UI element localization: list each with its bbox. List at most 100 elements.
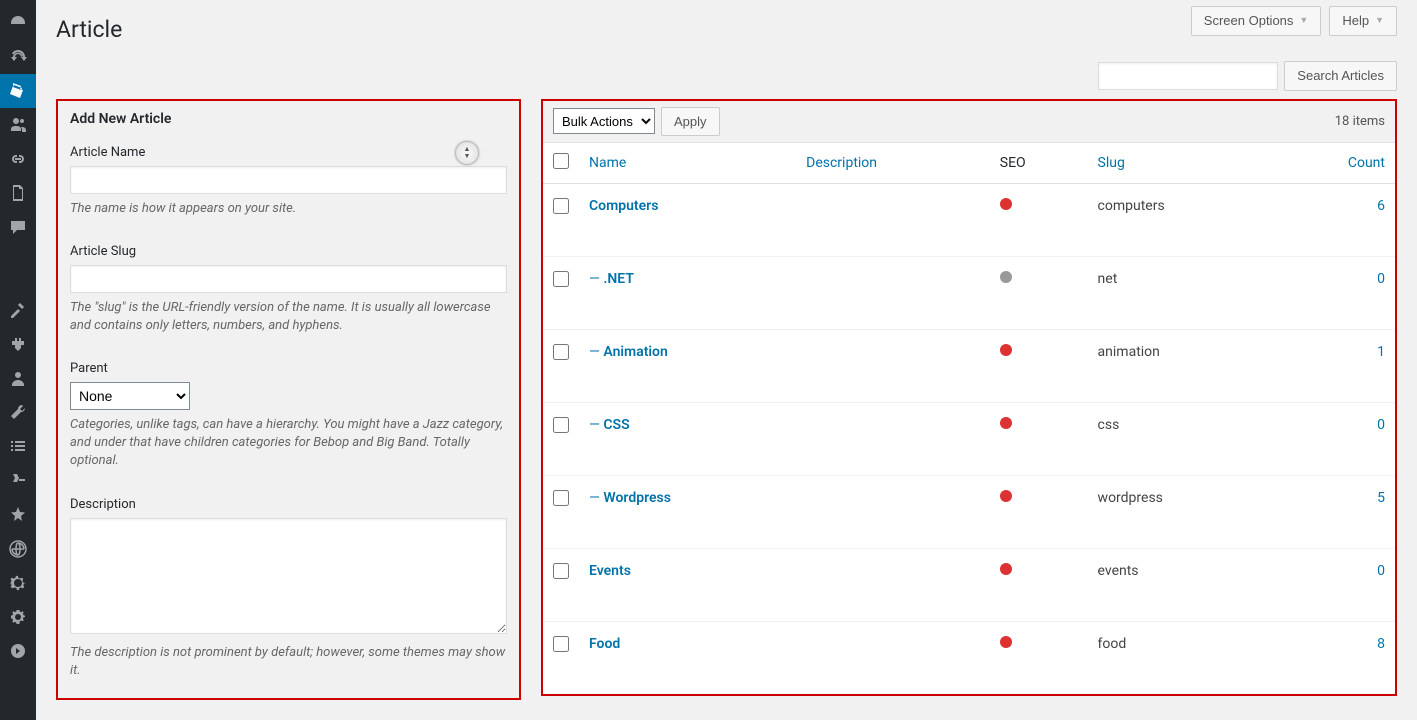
slug-label: Article Slug <box>70 244 507 259</box>
desc-help: The description is not prominent by defa… <box>70 644 507 680</box>
collapse-icon[interactable] <box>0 634 36 668</box>
name-label: Article Name <box>70 145 507 160</box>
row-slug: computers <box>1088 184 1274 257</box>
posts-icon[interactable] <box>0 74 36 108</box>
row-name-link[interactable]: Animation <box>603 344 667 360</box>
admin-sidebar <box>0 0 36 720</box>
seo-dot-icon <box>1000 417 1012 429</box>
add-new-panel: Add New Article ▲▼ Article Name The name… <box>56 99 521 701</box>
row-count-link[interactable]: 0 <box>1377 271 1385 287</box>
comments-icon[interactable] <box>0 210 36 244</box>
bulk-actions-select[interactable]: Bulk Actions <box>553 108 655 134</box>
media-icon[interactable] <box>0 108 36 142</box>
chevron-down-icon: ▼ <box>1299 14 1308 28</box>
row-prefix: — <box>589 344 603 360</box>
row-checkbox[interactable] <box>553 490 569 506</box>
plugins-icon[interactable] <box>0 328 36 362</box>
col-seo: SEO <box>990 143 1088 184</box>
row-slug: animation <box>1088 330 1274 403</box>
row-checkbox[interactable] <box>553 198 569 214</box>
row-name-link[interactable]: Computers <box>589 198 658 214</box>
seo-icon[interactable] <box>0 464 36 498</box>
updates-icon[interactable] <box>0 40 36 74</box>
row-slug: events <box>1088 549 1274 622</box>
seo-dot-icon <box>1000 563 1012 575</box>
pages-icon[interactable] <box>0 176 36 210</box>
name-help: The name is how it appears on your site. <box>70 200 507 218</box>
users-icon[interactable] <box>0 362 36 396</box>
row-description <box>796 184 990 257</box>
row-description <box>796 403 990 476</box>
article-slug-input[interactable] <box>70 265 507 293</box>
table-row: Computers computers 6 <box>543 184 1395 257</box>
col-slug[interactable]: Slug <box>1098 155 1125 171</box>
articles-table-panel: Bulk Actions Apply 18 items Name Descrip… <box>541 99 1397 697</box>
links-icon[interactable] <box>0 142 36 176</box>
row-count-link[interactable]: 5 <box>1377 490 1385 506</box>
col-description[interactable]: Description <box>806 155 877 171</box>
row-count-link[interactable]: 0 <box>1377 417 1385 433</box>
row-description <box>796 549 990 622</box>
table-row: — CSS css 0 <box>543 403 1395 476</box>
tools-icon[interactable] <box>0 396 36 430</box>
row-checkbox[interactable] <box>553 636 569 652</box>
row-description <box>796 257 990 330</box>
row-count-link[interactable]: 6 <box>1377 198 1385 214</box>
row-checkbox[interactable] <box>553 417 569 433</box>
row-prefix: — <box>589 417 603 433</box>
screen-options-label: Screen Options <box>1204 11 1294 31</box>
row-count-link[interactable]: 8 <box>1377 636 1385 652</box>
row-slug: food <box>1088 622 1274 695</box>
seo-dot-icon <box>1000 198 1012 210</box>
row-description <box>796 330 990 403</box>
row-count-link[interactable]: 1 <box>1377 344 1385 360</box>
row-slug: net <box>1088 257 1274 330</box>
screen-options-button[interactable]: Screen Options ▼ <box>1191 6 1322 36</box>
row-description <box>796 622 990 695</box>
row-name-link[interactable]: .NET <box>603 271 634 287</box>
appearance-icon[interactable] <box>0 294 36 328</box>
dashboard-icon[interactable] <box>0 6 36 40</box>
row-count-link[interactable]: 0 <box>1377 563 1385 579</box>
parent-select[interactable]: None <box>70 382 190 410</box>
seo-dot-icon <box>1000 271 1012 283</box>
row-checkbox[interactable] <box>553 344 569 360</box>
row-checkbox[interactable] <box>553 563 569 579</box>
row-name-link[interactable]: Food <box>589 636 620 652</box>
row-description <box>796 476 990 549</box>
row-prefix: — <box>589 271 603 287</box>
table-row: Food food 8 <box>543 622 1395 695</box>
settings-icon[interactable] <box>0 430 36 464</box>
table-row: — Wordpresswordpress5 <box>543 476 1395 549</box>
col-name[interactable]: Name <box>589 155 626 171</box>
row-name-link[interactable]: Wordpress <box>603 490 671 506</box>
row-slug: wordpress <box>1088 476 1274 549</box>
desc-label: Description <box>70 497 507 512</box>
description-textarea[interactable] <box>70 518 507 634</box>
search-input[interactable] <box>1098 62 1278 90</box>
select-all-checkbox[interactable] <box>553 153 569 169</box>
table-row: Events events 0 <box>543 549 1395 622</box>
drag-handle-icon[interactable]: ▲▼ <box>455 141 479 165</box>
seo-dot-icon <box>1000 490 1012 502</box>
row-checkbox[interactable] <box>553 271 569 287</box>
seo-dot-icon <box>1000 344 1012 356</box>
settings2-icon[interactable] <box>0 600 36 634</box>
seo-dot-icon <box>1000 636 1012 648</box>
chevron-down-icon: ▼ <box>1375 14 1384 28</box>
row-name-link[interactable]: CSS <box>603 417 629 433</box>
article-name-input[interactable] <box>70 166 507 194</box>
table-row: — .NET net 0 <box>543 257 1395 330</box>
col-count[interactable]: Count <box>1348 155 1385 171</box>
apply-button[interactable]: Apply <box>661 107 720 137</box>
help-button[interactable]: Help▼ <box>1329 6 1397 36</box>
search-button[interactable]: Search Articles <box>1284 61 1397 91</box>
slug-help: The "slug" is the URL-friendly version o… <box>70 299 507 335</box>
globe-icon[interactable] <box>0 532 36 566</box>
row-name-link[interactable]: Events <box>589 563 631 579</box>
table-row: — Animation animation 1 <box>543 330 1395 403</box>
parent-help: Categories, unlike tags, can have a hier… <box>70 416 507 471</box>
star-icon[interactable] <box>0 498 36 532</box>
row-slug: css <box>1088 403 1274 476</box>
gear-icon[interactable] <box>0 566 36 600</box>
